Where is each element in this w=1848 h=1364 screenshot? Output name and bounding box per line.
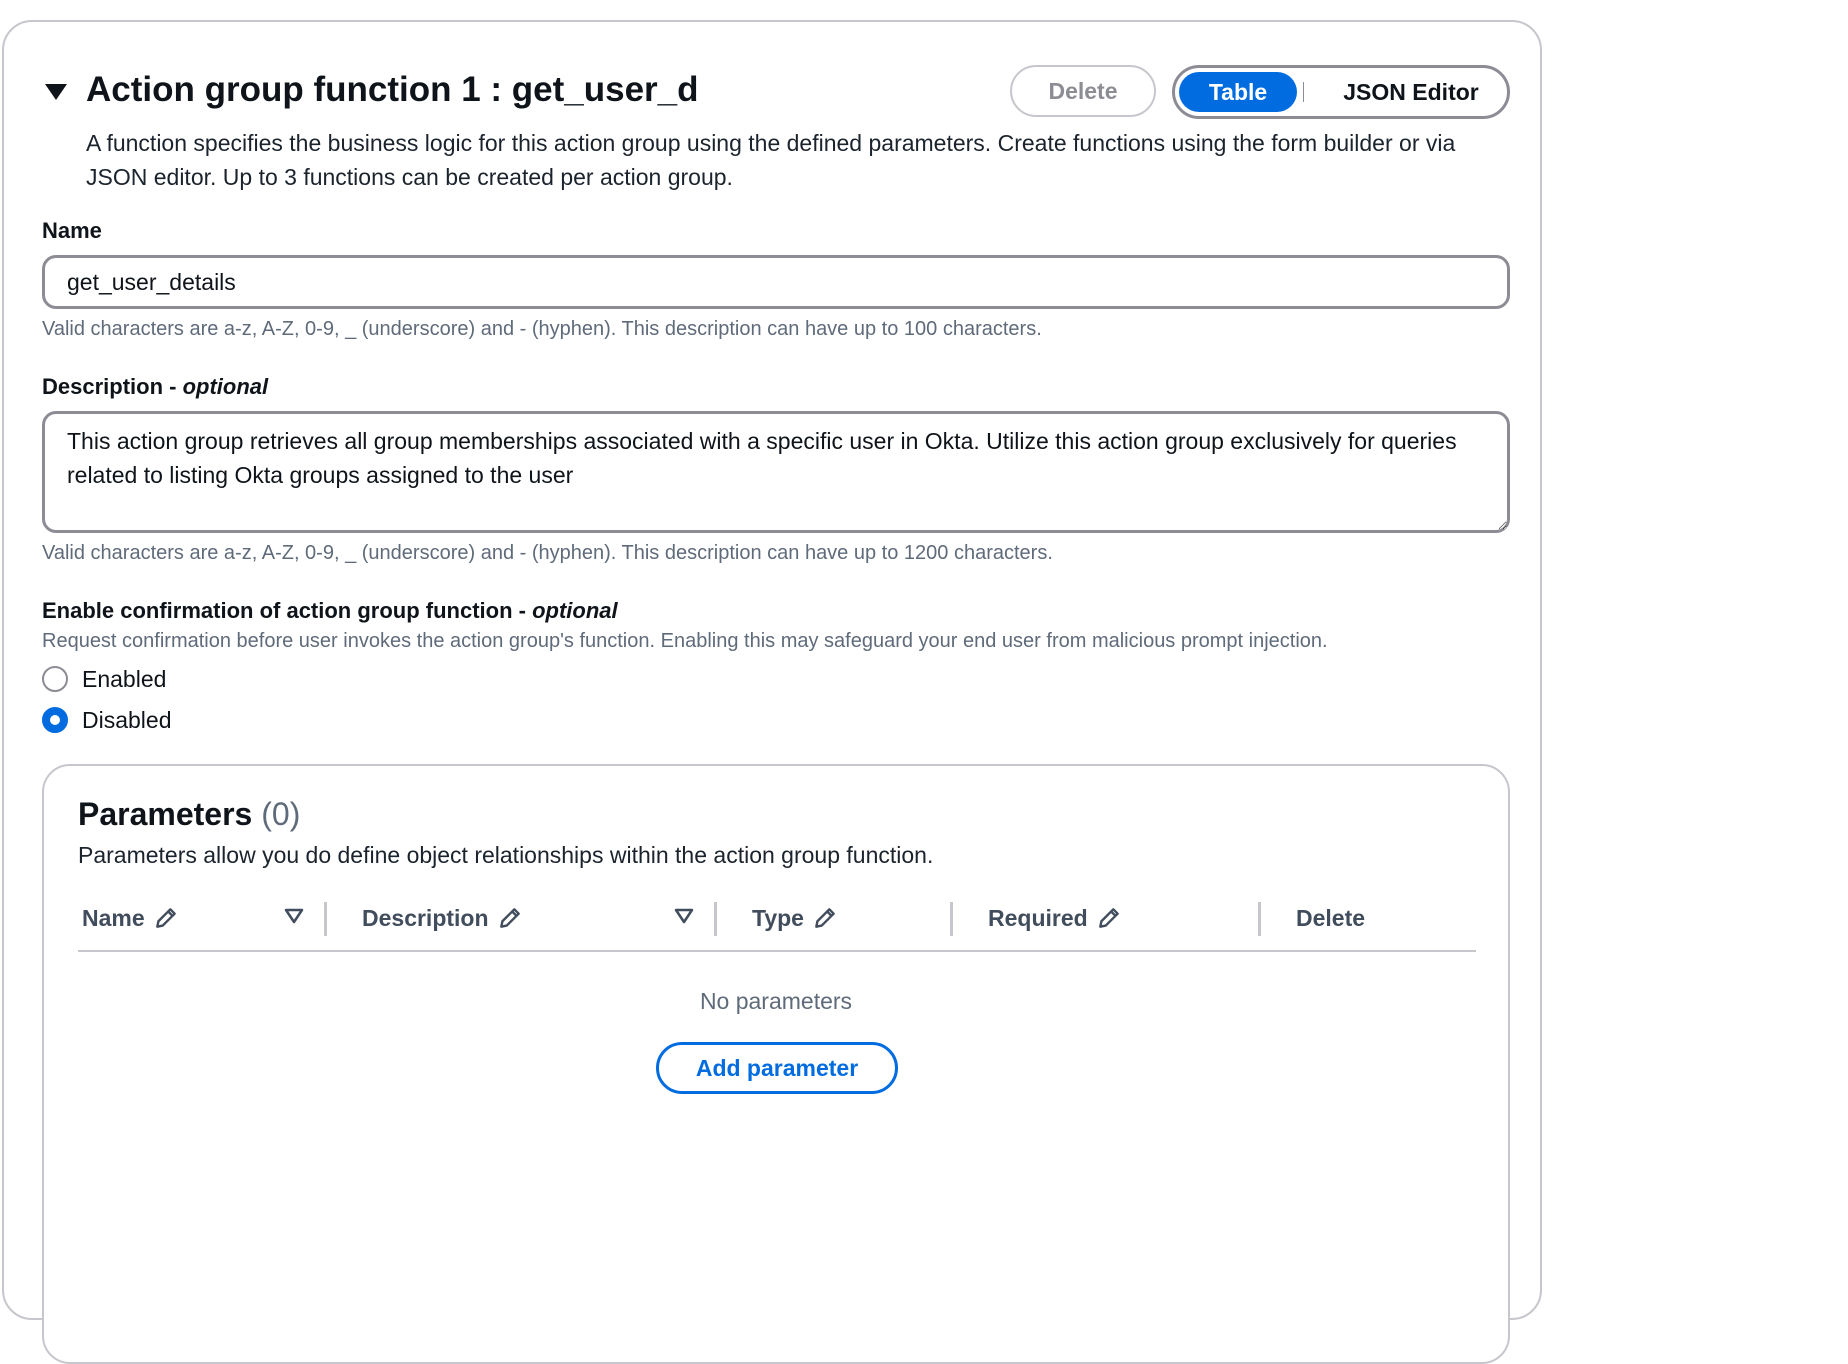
collapse-caret-icon[interactable] [44,82,68,102]
column-resize-handle[interactable] [714,902,717,936]
add-parameter-button[interactable]: Add parameter [656,1042,898,1094]
parameters-title: Parameters (0) [78,796,301,832]
table-header-divider [78,950,1476,952]
parameters-container: Parameters (0) Parameters allow you do d… [42,764,1510,1364]
column-header-type-label: Type [752,904,804,931]
radio-enabled[interactable] [42,666,68,692]
column-header-required[interactable]: Required [988,900,1122,936]
column-header-type[interactable]: Type [752,900,838,936]
pencil-icon [815,908,835,928]
function-description-text: A function specifies the business logic … [86,130,1456,190]
delete-function-button[interactable]: Delete [1010,65,1156,117]
confirmation-help-text: Request confirmation before user invokes… [42,630,1328,652]
description-help-text: Valid characters are a-z, A-Z, 0-9, _ (u… [42,542,1053,564]
column-header-delete: Delete [1296,900,1365,936]
name-help-text: Valid characters are a-z, A-Z, 0-9, _ (u… [42,318,1042,340]
empty-state-text: No parameters [699,988,853,1014]
column-header-required-label: Required [988,904,1088,931]
name-label: Name [42,218,102,243]
sort-caret-icon[interactable] [284,908,304,924]
column-header-description[interactable]: Description [362,900,523,936]
view-toggle: Table JSON Editor [1172,65,1510,119]
toggle-divider [1303,82,1304,102]
parameters-description: Parameters allow you do define object re… [78,842,934,868]
table-view-button[interactable]: Table [1179,72,1297,112]
column-header-delete-label: Delete [1296,904,1366,931]
description-textarea[interactable]: This action group retrieves all group me… [42,411,1510,533]
column-resize-handle[interactable] [324,902,327,936]
pencil-icon [1098,908,1119,928]
optional-tag: optional [532,598,618,623]
radio-enabled-option[interactable]: Enabled [42,664,166,694]
radio-disabled[interactable] [42,707,68,733]
action-group-function-panel: Action group function 1 : get_user_d Del… [2,20,1542,1364]
pencil-icon [155,908,176,928]
radio-disabled-option[interactable]: Disabled [42,705,172,735]
pencil-icon [499,908,520,928]
column-header-name[interactable]: Name [82,900,179,936]
name-input[interactable] [42,255,1510,309]
column-header-name-label: Name [82,904,145,931]
json-editor-button[interactable]: JSON Editor [1323,72,1499,112]
sort-caret-icon[interactable] [674,908,694,924]
column-resize-handle[interactable] [950,902,953,936]
description-label: Description - optional [42,374,269,399]
optional-tag: optional [182,374,269,399]
column-header-description-label: Description [362,904,489,931]
confirmation-label: Enable confirmation of action group func… [42,598,618,623]
radio-disabled-label[interactable]: Disabled [82,707,172,734]
function-title: Action group function 1 : get_user_d [86,70,699,109]
column-resize-handle[interactable] [1258,902,1261,936]
radio-enabled-label[interactable]: Enabled [82,666,166,693]
parameters-count: (0) [261,796,301,832]
